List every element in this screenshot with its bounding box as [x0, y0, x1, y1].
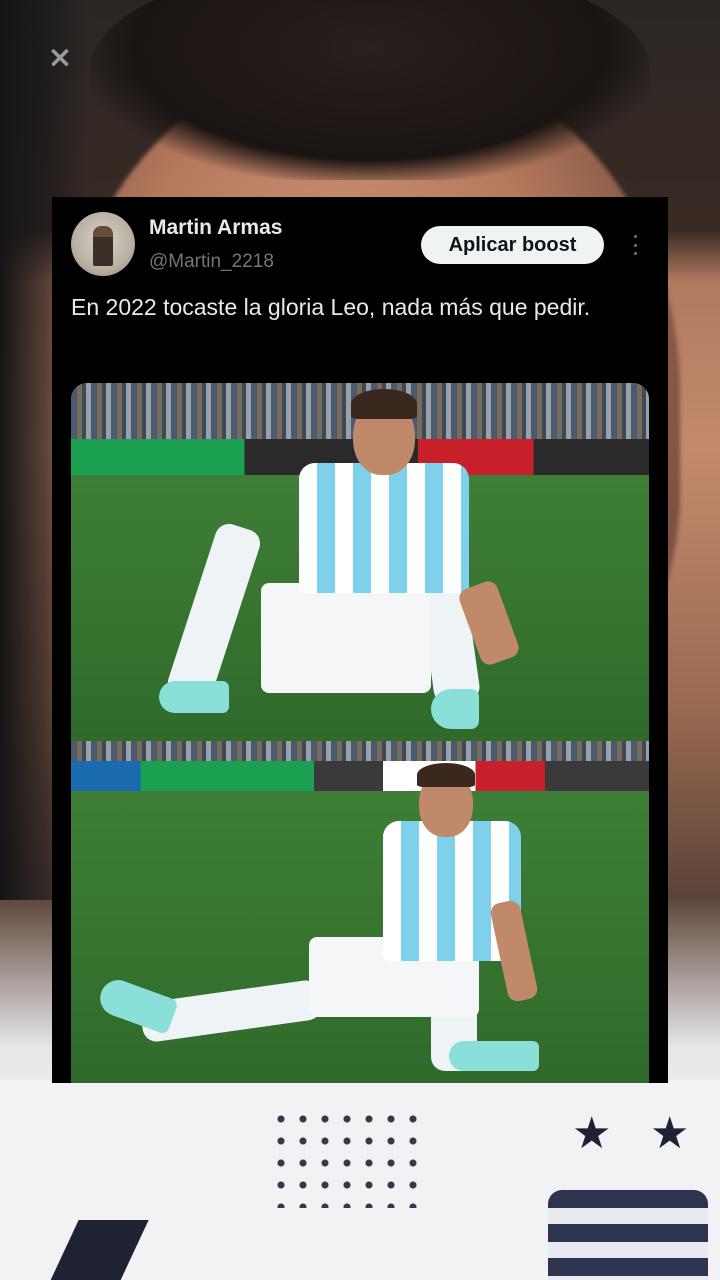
author-handle[interactable]: @Martin_2218 — [149, 251, 274, 273]
boost-button[interactable]: Aplicar boost — [421, 226, 604, 264]
tweet-media[interactable] — [71, 383, 649, 1083]
star-icon: ★ — [650, 1109, 690, 1158]
photo-player-sitting-top[interactable] — [71, 383, 649, 741]
player-figure — [71, 383, 649, 741]
afa-crest — [548, 1190, 708, 1280]
author-name[interactable]: Martin Armas — [149, 216, 282, 240]
avatar[interactable] — [71, 212, 135, 276]
player-figure — [71, 741, 649, 1083]
tweet-card[interactable]: Martin Armas @Martin_2218 Aplicar boost … — [52, 197, 668, 1083]
star-icon: ★ — [572, 1109, 612, 1158]
tweet-text: En 2022 tocaste la gloria Leo, nada más … — [71, 294, 591, 320]
more-vertical-icon[interactable] — [628, 231, 642, 259]
photo-player-sitting-bottom[interactable] — [71, 741, 649, 1083]
background-hair — [90, 0, 650, 180]
avatar-person — [93, 226, 113, 266]
shirt-dots-pattern — [270, 1108, 420, 1208]
capcut-logo-icon: ⨯ — [47, 41, 73, 74]
